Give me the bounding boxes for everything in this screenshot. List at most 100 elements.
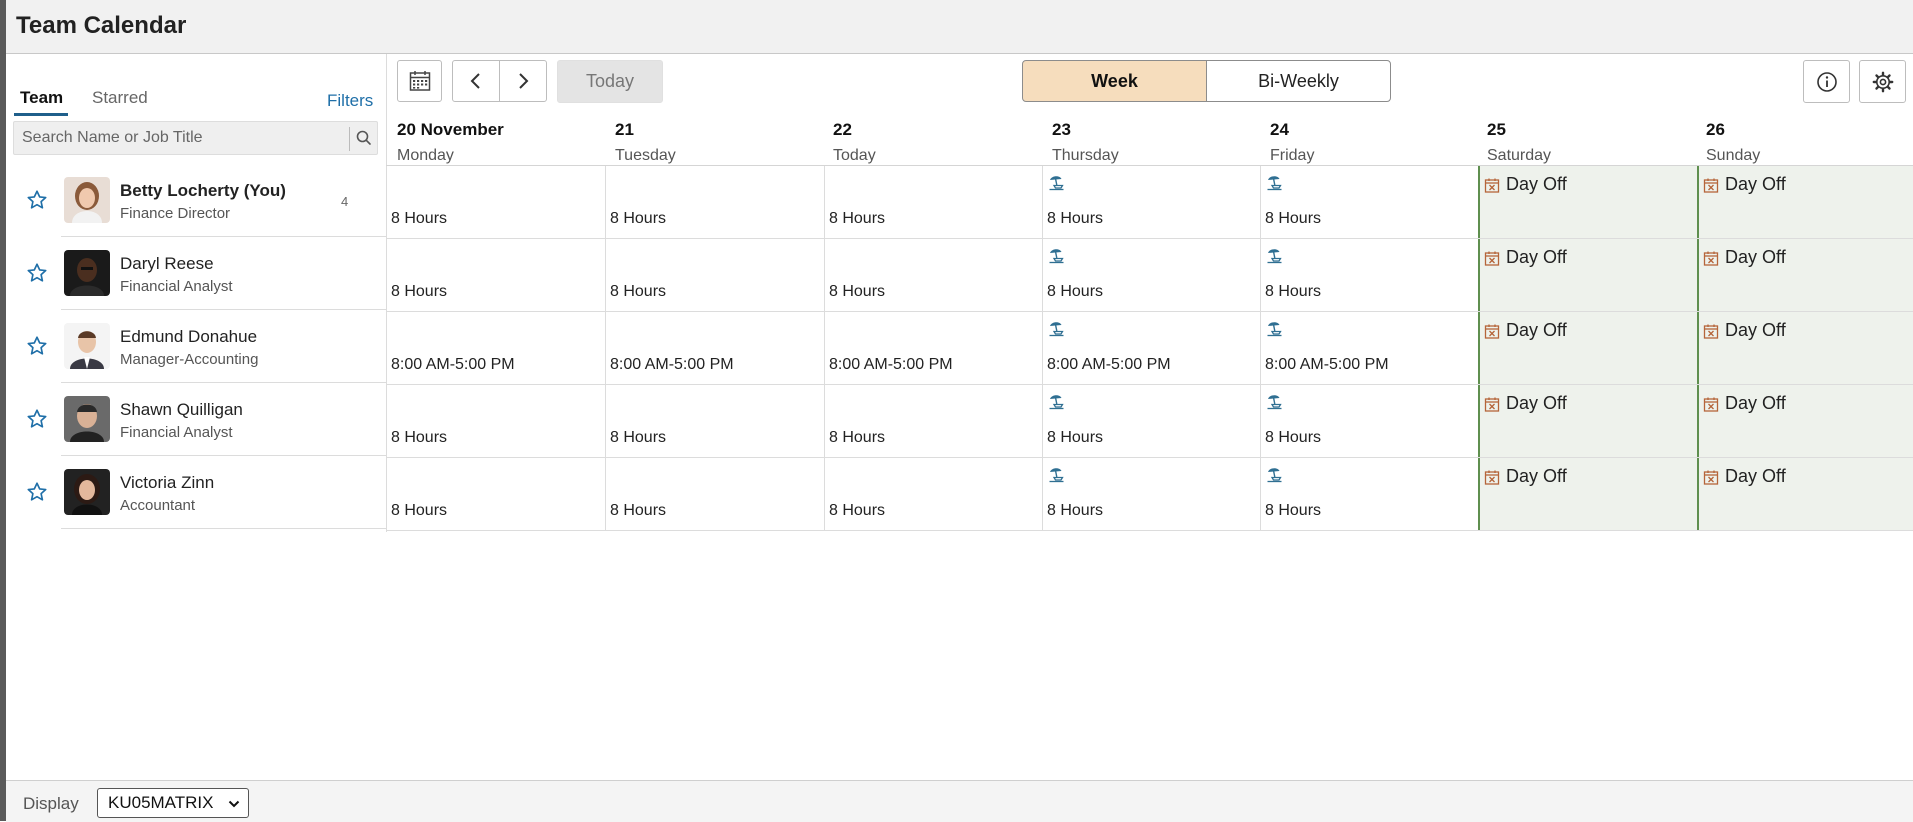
view-week-button[interactable]: Week [1022, 60, 1207, 102]
view-biweekly-button[interactable]: Bi-Weekly [1206, 60, 1391, 102]
schedule-cell[interactable]: 8 Hours [605, 385, 824, 458]
day-off-cell[interactable]: Day Off [1478, 312, 1697, 385]
column-divider [1260, 166, 1261, 531]
day-off-icon [1703, 250, 1725, 266]
schedule-cell[interactable]: 8:00 AM-5:00 PM [824, 312, 1042, 385]
schedule-cell[interactable]: 8:00 AM-5:00 PM [1260, 312, 1478, 385]
chevron-right-icon [519, 73, 529, 89]
scheduled-hours: 8 Hours [1265, 210, 1322, 227]
title-bar: Team Calendar [6, 0, 1913, 54]
today-button[interactable]: Today [557, 60, 663, 103]
next-week-button[interactable] [499, 60, 547, 102]
star-toggle[interactable] [26, 481, 48, 503]
star-toggle[interactable] [26, 189, 48, 211]
schedule-cell[interactable]: 8 Hours [386, 385, 605, 458]
person-title: Finance Director [120, 205, 231, 222]
star-toggle[interactable] [26, 408, 48, 430]
day-off-cell[interactable]: Day Off [1478, 458, 1697, 531]
schedule-cell[interactable]: 8 Hours [824, 458, 1042, 531]
schedule-cell[interactable]: 8 Hours [386, 458, 605, 531]
display-select[interactable]: KU05MATRIX [97, 788, 249, 818]
star-icon [27, 409, 47, 428]
day-off-text: Day Off [1506, 174, 1567, 194]
day-header-thursday: 23 Thursday [1052, 117, 1270, 165]
active-tab-indicator [14, 113, 68, 116]
day-off-icon [1484, 177, 1506, 193]
person-row[interactable]: Daryl Reese Financial Analyst [6, 237, 386, 310]
day-header-today: 22 Today [833, 117, 1051, 165]
day-name: Thursday [1052, 147, 1119, 164]
day-off-icon [1703, 396, 1725, 412]
day-off-label: Day Off [1484, 247, 1567, 268]
schedule-cell[interactable]: 8 Hours [386, 166, 605, 239]
tab-team[interactable]: Team [20, 88, 63, 108]
scheduled-hours: 8:00 AM-5:00 PM [829, 356, 953, 373]
search-button[interactable] [354, 128, 374, 148]
schedule-cell[interactable]: 8 Hours [1042, 385, 1260, 458]
previous-week-button[interactable] [452, 60, 500, 102]
day-number: 24 [1270, 120, 1289, 139]
schedule-cell[interactable]: 8 Hours [605, 239, 824, 312]
schedule-cell[interactable]: 8 Hours [1260, 385, 1478, 458]
scheduled-hours: 8:00 AM-5:00 PM [1265, 356, 1389, 373]
day-number: 23 [1052, 120, 1071, 139]
day-off-cell[interactable]: Day Off [1697, 239, 1913, 312]
schedule-cell[interactable]: 8 Hours [1042, 458, 1260, 531]
display-label: Display [23, 794, 79, 813]
beach-umbrella-icon [1048, 247, 1065, 264]
day-number: 26 [1706, 120, 1725, 139]
day-off-icon [1703, 177, 1725, 193]
person-name: Shawn Quilligan [120, 400, 243, 419]
person-row[interactable]: Shawn Quilligan Financial Analyst [6, 383, 386, 456]
schedule-cell[interactable]: 8 Hours [1042, 166, 1260, 239]
day-off-cell[interactable]: Day Off [1478, 385, 1697, 458]
tab-starred[interactable]: Starred [92, 88, 148, 108]
day-off-cell[interactable]: Day Off [1478, 239, 1697, 312]
day-name: Friday [1270, 147, 1315, 164]
day-off-cell[interactable]: Day Off [1697, 312, 1913, 385]
day-off-icon [1703, 469, 1725, 485]
day-off-label: Day Off [1703, 466, 1786, 487]
schedule-cell[interactable]: 8:00 AM-5:00 PM [1042, 312, 1260, 385]
scheduled-hours: 8 Hours [829, 429, 886, 446]
day-off-cell[interactable]: Day Off [1697, 385, 1913, 458]
star-toggle[interactable] [26, 335, 48, 357]
day-off-cell[interactable]: Day Off [1697, 166, 1913, 239]
schedule-cell[interactable]: 8 Hours [1260, 239, 1478, 312]
scheduled-hours: 8 Hours [1047, 210, 1104, 227]
schedule-cell[interactable]: 8 Hours [1260, 166, 1478, 239]
schedule-cell[interactable]: 8:00 AM-5:00 PM [386, 312, 605, 385]
schedule-cell[interactable]: 8 Hours [605, 166, 824, 239]
footer-bar: Display KU05MATRIX [6, 780, 1913, 822]
day-off-cell[interactable]: Day Off [1478, 166, 1697, 239]
page-title: Team Calendar [16, 12, 187, 39]
filters-link[interactable]: Filters [327, 91, 373, 111]
day-off-text: Day Off [1506, 466, 1567, 486]
star-toggle[interactable] [26, 262, 48, 284]
beach-umbrella-icon [1048, 174, 1065, 191]
person-name: Daryl Reese [120, 254, 214, 273]
schedule-cell[interactable]: 8 Hours [1260, 458, 1478, 531]
schedule-cell[interactable]: 8 Hours [824, 239, 1042, 312]
schedule-cell[interactable]: 8 Hours [386, 239, 605, 312]
settings-button[interactable] [1859, 60, 1906, 103]
avatar [64, 177, 110, 223]
schedule-cell[interactable]: 8 Hours [824, 166, 1042, 239]
day-off-text: Day Off [1725, 320, 1786, 340]
calendar-picker-button[interactable] [397, 60, 442, 102]
person-row[interactable]: Edmund Donahue Manager-Accounting [6, 310, 386, 383]
schedule-cell[interactable]: 8 Hours [1042, 239, 1260, 312]
schedule-cell[interactable]: 8 Hours [605, 458, 824, 531]
day-off-label: Day Off [1703, 393, 1786, 414]
beach-umbrella-icon [1266, 393, 1283, 410]
team-list-panel: Team Starred Filters B [6, 54, 386, 532]
person-row[interactable]: Victoria Zinn Accountant [6, 456, 386, 529]
star-icon [27, 336, 47, 355]
search-input[interactable] [14, 122, 338, 154]
day-off-cell[interactable]: Day Off [1697, 458, 1913, 531]
schedule-cell[interactable]: 8:00 AM-5:00 PM [605, 312, 824, 385]
person-row[interactable]: Betty Locherty (You) Finance Director 4 [6, 164, 386, 237]
schedule-cell[interactable]: 8 Hours [824, 385, 1042, 458]
day-off-text: Day Off [1506, 320, 1567, 340]
info-button[interactable] [1803, 60, 1850, 103]
